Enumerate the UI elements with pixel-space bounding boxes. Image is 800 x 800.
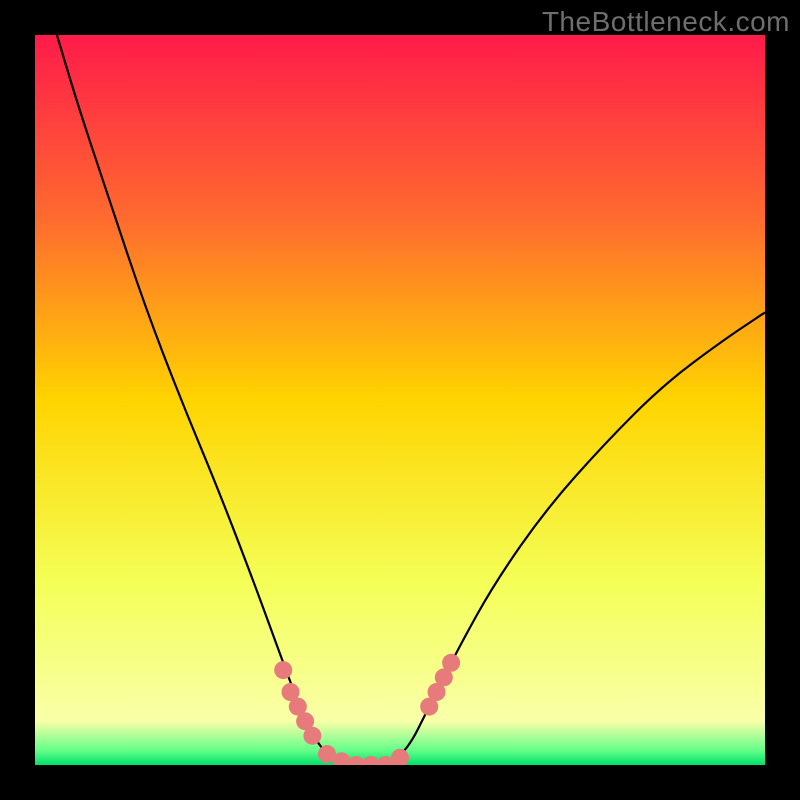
- plot-area: [35, 35, 765, 765]
- highlight-dot: [303, 727, 321, 745]
- chart-frame: TheBottleneck.com: [0, 0, 800, 800]
- gradient-background: [35, 35, 765, 765]
- highlight-dot: [442, 654, 460, 672]
- bottleneck-chart-svg: [35, 35, 765, 765]
- watermark-text: TheBottleneck.com: [542, 6, 790, 38]
- highlight-dot: [274, 661, 292, 679]
